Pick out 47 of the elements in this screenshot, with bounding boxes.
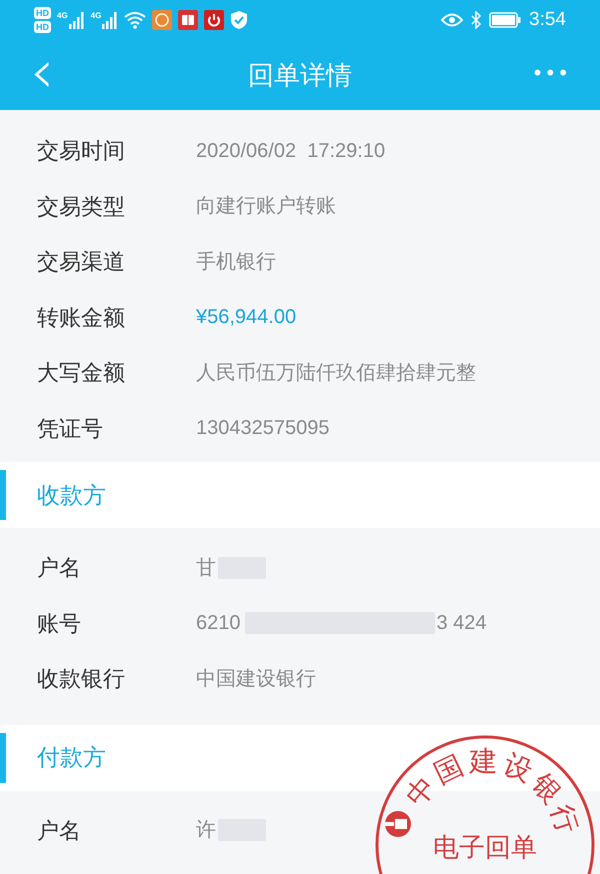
signal-icon xyxy=(102,11,118,29)
field-value: 许 xyxy=(196,818,216,844)
network-label: 4G xyxy=(90,11,102,21)
section-title: 付款方 xyxy=(37,743,106,772)
field-value: 3 424 xyxy=(436,611,487,636)
field-label: 凭证号 xyxy=(36,414,104,443)
page-title: 回单详情 xyxy=(248,58,352,92)
field-label: 户名 xyxy=(36,554,82,582)
field-label: 户名 xyxy=(36,816,82,845)
stamp-text: 建 xyxy=(468,745,498,777)
bluetooth-icon xyxy=(471,11,482,29)
field-value: 130432575095 xyxy=(196,416,330,442)
sim-icon: HD xyxy=(34,7,51,19)
eye-icon xyxy=(441,13,464,27)
back-button[interactable]: ‹ xyxy=(30,42,54,102)
signal-icon xyxy=(68,11,85,29)
field-value: 2020/06/02 17:29:10 xyxy=(196,138,386,164)
accent-bar xyxy=(0,732,6,782)
accent-bar xyxy=(0,470,6,520)
field-label: 交易渠道 xyxy=(36,248,126,276)
field-label: 收款银行 xyxy=(36,665,126,694)
field-label: 交易类型 xyxy=(36,192,126,221)
field-value: ¥56,944.00 xyxy=(196,305,296,330)
field-value: 6210 xyxy=(196,611,240,636)
field-value: 中国建设银行 xyxy=(196,666,316,692)
field-label: 转账金额 xyxy=(36,304,126,332)
stamp-text: 国 xyxy=(429,749,468,790)
book-icon xyxy=(178,10,198,30)
wifi-icon xyxy=(124,11,146,29)
clock: 3:54 xyxy=(529,8,566,32)
battery-icon xyxy=(489,12,522,28)
app-icon xyxy=(152,10,172,30)
shield-icon xyxy=(230,10,248,30)
field-value: 甘 xyxy=(196,556,216,581)
stamp-text: 电子回单 xyxy=(433,832,537,862)
sim-icon: HD xyxy=(34,21,51,33)
network-label: 4G xyxy=(57,11,68,21)
field-value: 人民币伍万陆仟玖佰肆拾肆元整 xyxy=(196,360,476,386)
section-title: 收款方 xyxy=(37,480,106,510)
more-button[interactable]: ••• xyxy=(532,58,570,88)
power-icon xyxy=(204,10,224,30)
field-value: 向建行账户转账 xyxy=(196,194,336,220)
field-value: 手机银行 xyxy=(196,250,276,275)
field-label: 交易时间 xyxy=(36,137,126,166)
field-label: 大写金额 xyxy=(36,359,126,388)
bank-logo-icon xyxy=(385,811,411,837)
field-label: 账号 xyxy=(36,610,82,638)
